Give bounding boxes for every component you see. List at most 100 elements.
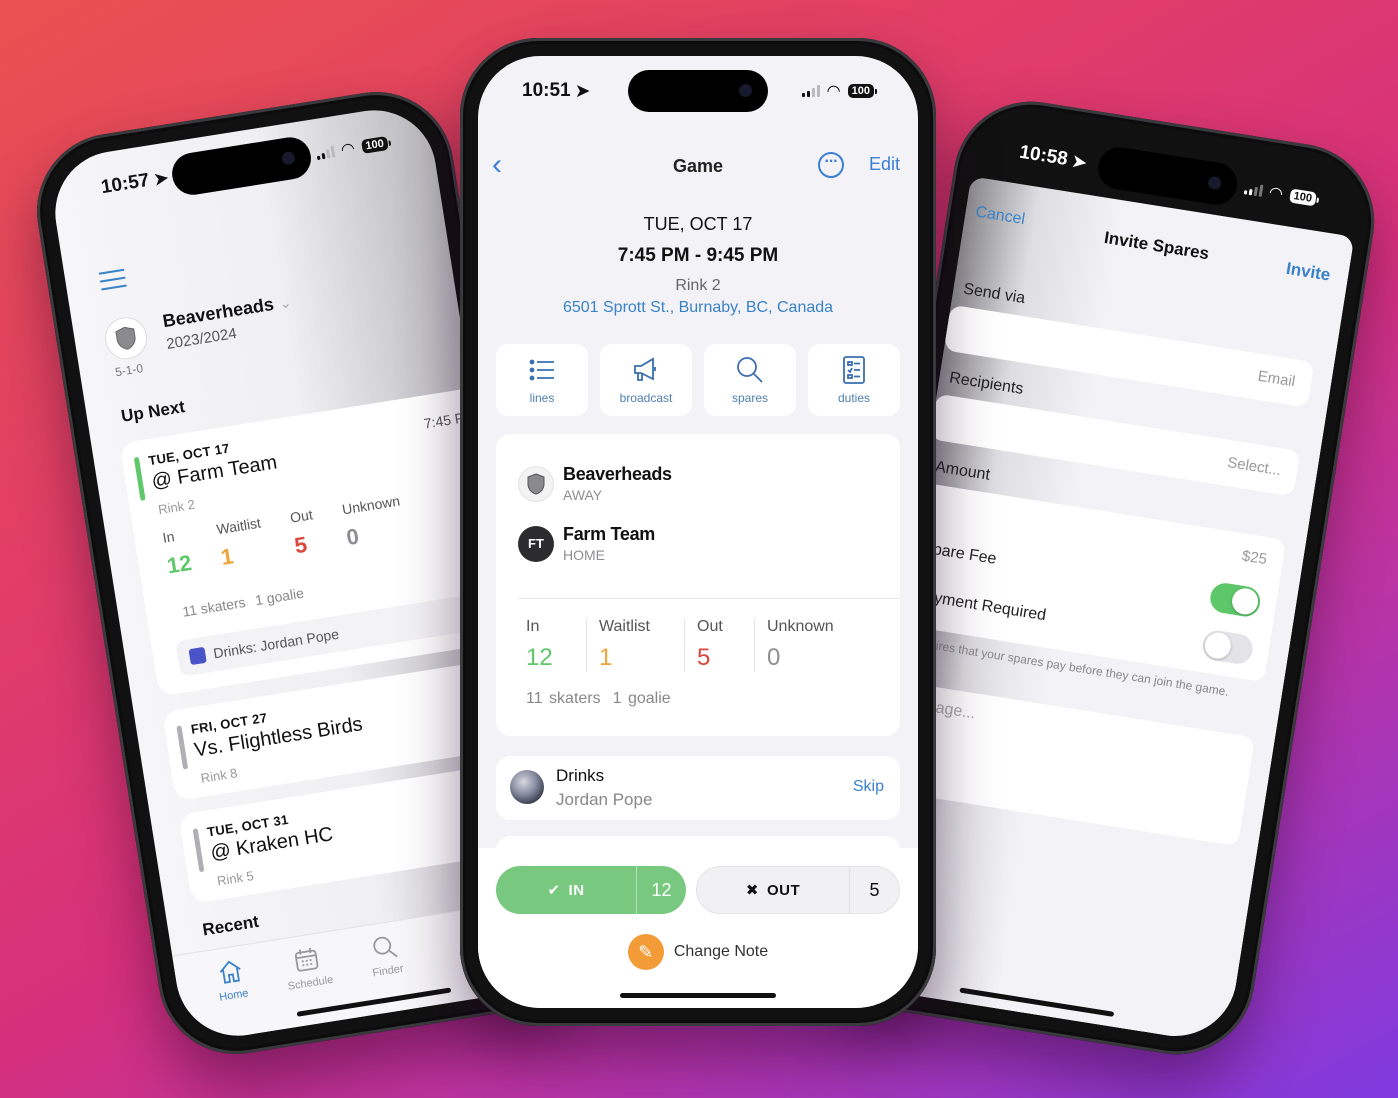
payment-required-toggle[interactable] — [1200, 628, 1255, 666]
team-initials-avatar: FT — [518, 525, 554, 562]
battery-icon: 100 — [1288, 188, 1317, 207]
location-arrow-icon: ➤ — [1069, 150, 1089, 174]
battery-icon: 100 — [847, 84, 878, 98]
calendar-icon — [295, 947, 319, 972]
lines-button[interactable]: lines — [496, 344, 588, 416]
team-switcher[interactable]: 5-1-0 Beaverheads ⌄ 2023/2024 — [102, 291, 296, 379]
team-side: AWAY — [563, 487, 603, 503]
stat-in[interactable]: In 12 — [518, 618, 586, 672]
menu-icon[interactable] — [98, 268, 127, 297]
home-indicator — [620, 993, 776, 998]
chevron-left-icon[interactable]: ‹ — [492, 150, 502, 180]
team-name: Farm Team — [563, 524, 656, 544]
ellipsis-circle-icon[interactable]: ··· — [818, 152, 844, 178]
unknown-count: 0 — [344, 523, 361, 551]
screen: 10:51 ➤ ◠ 100 ‹ Game ··· Edit TUE, OCT 17… — [478, 56, 918, 1008]
out-count: 5 — [697, 644, 711, 671]
duty-person: Jordan Pope — [556, 790, 653, 809]
page-title: Game — [672, 155, 724, 176]
change-note-button[interactable]: ✎ Change Note — [478, 934, 918, 970]
rsvp-in-button[interactable]: ✔ IN 12 — [496, 866, 686, 914]
search-icon — [737, 357, 763, 383]
rsvp-out-button[interactable]: ✖ OUT 5 — [696, 866, 900, 914]
amount-value[interactable]: $25 — [1241, 547, 1268, 568]
clock: 10:58 — [1017, 141, 1070, 171]
phone-game-detail: 10:51 ➤ ◠ 100 ‹ Game ··· Edit TUE, OCT 17… — [460, 38, 936, 1026]
edit-button[interactable]: Edit — [869, 154, 900, 175]
pencil-icon: ✎ — [627, 934, 664, 970]
chevron-down-icon: ⌄ — [278, 294, 293, 312]
stat-unknown[interactable]: Unknown 0 — [754, 618, 846, 672]
duty-card: Drinks Jordan Pope Skip — [496, 756, 900, 820]
clock: 10:51 — [522, 80, 571, 101]
beer-mug-icon — [188, 646, 207, 666]
checklist-icon — [843, 356, 865, 384]
skaters-count: 11 skaters — [181, 593, 247, 620]
recent-heading: Recent — [201, 911, 261, 940]
spare-fee-toggle[interactable] — [1208, 581, 1263, 619]
team-crest-icon — [102, 314, 151, 363]
tab-home[interactable]: Home — [213, 956, 254, 1039]
home-icon — [219, 960, 241, 984]
team-side: HOME — [563, 547, 605, 563]
game-rink: Rink 5 — [215, 868, 255, 889]
stat-out[interactable]: Out 5 — [684, 618, 754, 672]
nav-bar: ‹ Game ··· Edit — [478, 148, 918, 184]
location-arrow-icon: ➤ — [151, 167, 171, 191]
in-count: 12 — [165, 549, 194, 579]
in-count: 12 — [526, 644, 553, 671]
skip-button[interactable]: Skip — [853, 778, 884, 796]
search-icon — [373, 936, 398, 958]
duties-button[interactable]: duties — [808, 344, 900, 416]
game-address-link[interactable]: 6501 Sprott St., Burnaby, BC, Canada — [478, 299, 918, 317]
status-bar-indicator — [133, 456, 146, 501]
cellular-signal-icon — [1243, 182, 1264, 197]
skaters-count: 11 skaters — [526, 690, 601, 707]
close-icon: ✖ — [745, 882, 759, 899]
wifi-icon: ◠ — [826, 83, 841, 100]
dynamic-island — [628, 70, 768, 112]
cellular-signal-icon — [315, 145, 336, 161]
game-rink: Rink 2 — [675, 277, 721, 294]
battery-icon: 100 — [360, 136, 389, 154]
recipients-label: Recipients — [948, 369, 1025, 398]
goalies-count: 1 goalie — [612, 690, 671, 707]
team-crest-icon — [518, 465, 554, 502]
out-label: Out — [288, 506, 314, 526]
home-team[interactable]: FT Farm Team HOME — [518, 524, 655, 563]
wifi-icon: ◠ — [339, 140, 357, 160]
game-rink: Rink 8 — [199, 765, 239, 786]
dynamic-island — [169, 134, 314, 198]
broadcast-button[interactable]: broadcast — [600, 344, 692, 416]
goalies-count: 1 goalie — [253, 584, 305, 609]
duty-title: Drinks — [556, 766, 605, 785]
attendance-stats: In 12 Waitlist 1 Out 5 Unknown 0 — [518, 618, 878, 672]
in-count: 12 — [636, 866, 686, 914]
waitlist-label: Waitlist — [215, 514, 262, 538]
rsvp-bar: ✔ IN 12 ✖ OUT 5 ✎ Change Note — [478, 848, 918, 1008]
stat-waitlist[interactable]: Waitlist 1 — [586, 618, 684, 672]
spares-button[interactable]: spares — [704, 344, 796, 416]
game-header: TUE, OCT 17 7:45 PM - 9:45 PM Rink 2 650… — [478, 214, 918, 317]
status-bar-indicator — [176, 725, 189, 770]
waitlist-count: 1 — [219, 543, 236, 570]
out-count: 5 — [292, 531, 309, 559]
wifi-icon: ◠ — [1267, 184, 1285, 204]
unknown-label: Unknown — [340, 492, 402, 518]
amount-label: Amount — [933, 458, 992, 484]
avatar — [510, 770, 544, 804]
action-buttons: lines broadcast spares duties — [496, 344, 900, 416]
game-rink: Rink 2 — [157, 496, 196, 518]
up-next-heading: Up Next — [119, 397, 187, 426]
out-count: 5 — [849, 867, 899, 913]
in-label: In — [161, 528, 176, 546]
roster-summary: 11 skaters 1 goalie — [526, 690, 671, 708]
waitlist-count: 1 — [599, 644, 613, 671]
away-team[interactable]: Beaverheads AWAY — [518, 464, 672, 503]
recipients-value: Select... — [1226, 453, 1283, 480]
divider — [518, 598, 900, 599]
megaphone-icon — [634, 357, 656, 381]
list-icon — [529, 359, 554, 381]
matchup-card: Beaverheads AWAY FT Farm Team HOME In 12 … — [496, 434, 900, 736]
dynamic-island — [1095, 144, 1241, 208]
